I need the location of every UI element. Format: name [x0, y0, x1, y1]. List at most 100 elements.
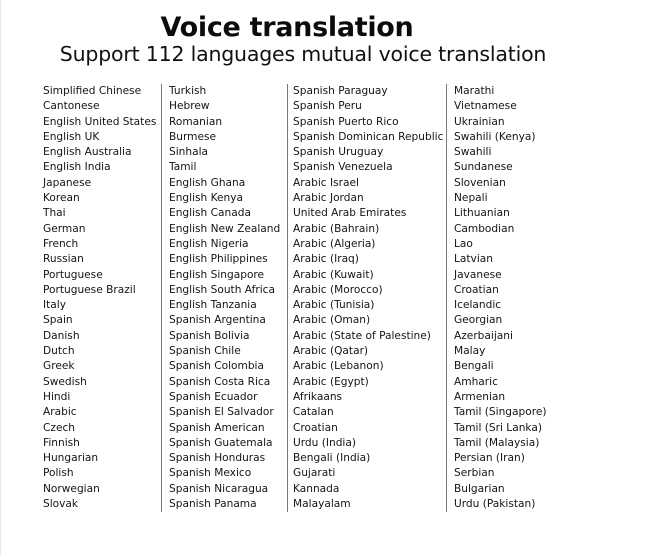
- language-item: English New Zealand: [169, 222, 281, 235]
- language-item: Slovenian: [454, 176, 506, 189]
- language-item: Norwegian: [43, 482, 100, 495]
- language-item: Arabic (State of Palestine): [293, 329, 431, 342]
- language-column-4: Marathi Vietnamese Ukrainian Swahili (Kenya…: [446, 84, 596, 512]
- language-item: Vietnamese: [454, 100, 517, 113]
- language-item: Arabic (Morocco): [293, 283, 383, 296]
- language-item: Tamil: [169, 161, 197, 174]
- language-item: Lithuanian: [454, 207, 510, 220]
- language-item: Ukrainian: [454, 115, 505, 128]
- language-item: Spanish Argentina: [169, 314, 266, 327]
- language-item: Croatian: [454, 283, 499, 296]
- language-item: Arabic Israel: [293, 176, 359, 189]
- language-item: Georgian: [454, 314, 503, 327]
- language-item: Spain: [43, 314, 73, 327]
- language-item: German: [43, 222, 86, 235]
- language-item: Arabic (Lebanon): [293, 360, 384, 373]
- language-item: Cantonese: [43, 100, 100, 113]
- language-item: English Singapore: [169, 268, 265, 281]
- language-item: Romanian: [169, 115, 223, 128]
- language-item: Spanish Chile: [169, 345, 241, 358]
- language-item: Amharic: [454, 375, 498, 388]
- language-item: Persian (Iran): [454, 452, 525, 465]
- language-item: Bulgarian: [454, 482, 505, 495]
- language-item: Hungarian: [43, 452, 99, 465]
- language-item: Swahili (Kenya): [454, 130, 536, 143]
- language-item: Finnish: [43, 436, 80, 449]
- language-item: Malayalam: [293, 498, 351, 511]
- language-item: Arabic (Oman): [293, 314, 371, 327]
- page-title: Voice translation: [160, 12, 414, 43]
- language-item: Arabic (Tunisia): [293, 299, 375, 312]
- language-item: Spanish Guatemala: [169, 436, 273, 449]
- language-item: United Arab Emirates: [293, 207, 407, 220]
- language-item: Spanish Venezuela: [293, 161, 393, 174]
- language-item: English Nigeria: [169, 237, 249, 250]
- language-item: Spanish Colombia: [169, 360, 264, 373]
- language-item: Spanish El Salvador: [169, 406, 274, 419]
- language-item: Arabic (Iraq): [293, 253, 359, 266]
- language-item: Spanish Bolivia: [169, 329, 250, 342]
- language-item: Urdu (India): [293, 436, 356, 449]
- language-item: Spanish Nicaragua: [169, 482, 269, 495]
- language-item: Thai: [43, 207, 66, 220]
- language-item: Arabic: [43, 406, 77, 419]
- language-item: English South Africa: [169, 283, 275, 296]
- language-item: Spanish Puerto Rico: [293, 115, 399, 128]
- language-item: English Australia: [43, 146, 132, 159]
- language-item: English Philippines: [169, 253, 268, 266]
- page-subtitle: Support 112 languages mutual voice trans…: [59, 42, 547, 66]
- language-item: Catalan: [293, 406, 334, 419]
- language-item: Arabic Jordan: [293, 192, 364, 205]
- language-item: Serbian: [454, 467, 495, 480]
- language-item: Spanish Paraguay: [293, 85, 388, 97]
- language-item: Bengali: [454, 360, 494, 373]
- language-item: French: [43, 237, 79, 250]
- language-item: Danish: [43, 329, 80, 342]
- language-item: Greek: [43, 360, 75, 373]
- language-item: Russian: [43, 253, 84, 266]
- language-item: Sinhala: [169, 146, 209, 159]
- language-item: Portuguese: [43, 268, 103, 281]
- language-column-3: Spanish Paraguay Spanish Peru Spanish Puer…: [287, 84, 447, 512]
- language-item: Icelandic: [454, 299, 502, 312]
- language-item: Dutch: [43, 345, 75, 358]
- language-item: Polish: [43, 467, 74, 480]
- language-item: Slovak: [43, 498, 79, 511]
- language-list: Simplified Chinese Cantonese English Unite…: [0, 84, 653, 514]
- language-item: Arabic (Egypt): [293, 375, 369, 388]
- language-item: Marathi: [454, 85, 495, 97]
- language-item: Lao: [454, 237, 473, 250]
- language-item: Japanese: [43, 176, 92, 189]
- language-item: Spanish Dominican Republic: [293, 130, 444, 143]
- language-item: Tamil (Sri Lanka): [454, 421, 542, 434]
- language-item: Arabic (Bahrain): [293, 222, 380, 235]
- language-column-1: Simplified Chinese Cantonese English Unite…: [43, 84, 161, 512]
- language-item: English Kenya: [169, 192, 244, 205]
- language-item: Hindi: [43, 390, 71, 403]
- language-item: Turkish: [169, 85, 207, 97]
- language-item: Hebrew: [169, 100, 210, 113]
- language-item: Malay: [454, 345, 486, 358]
- language-item: Arabic (Kuwait): [293, 268, 374, 281]
- language-item: Czech: [43, 421, 76, 434]
- language-item: Arabic (Qatar): [293, 345, 369, 358]
- language-item: Azerbaijani: [454, 329, 513, 342]
- language-item: Afrikaans: [293, 390, 343, 403]
- language-item: Spanish Panama: [169, 498, 257, 511]
- language-item: Sundanese: [454, 161, 513, 174]
- language-item: Simplified Chinese: [43, 85, 142, 97]
- language-item: English Tanzania: [169, 299, 257, 312]
- language-item: Latvian: [454, 253, 493, 266]
- language-item: Spanish Mexico: [169, 467, 252, 480]
- language-item: Portuguese Brazil: [43, 283, 136, 296]
- language-item: Javanese: [454, 268, 502, 281]
- language-item: Burmese: [169, 130, 217, 143]
- language-item: Tamil (Malaysia): [454, 436, 540, 449]
- language-item: Korean: [43, 192, 80, 205]
- language-item: Bengali (India): [293, 452, 371, 465]
- language-item: Armenian: [454, 390, 506, 403]
- language-item: Spanish Ecuador: [169, 390, 258, 403]
- language-item: Swedish: [43, 375, 87, 388]
- language-item: English United States: [43, 115, 157, 128]
- language-item: Spanish Uruguay: [293, 146, 384, 159]
